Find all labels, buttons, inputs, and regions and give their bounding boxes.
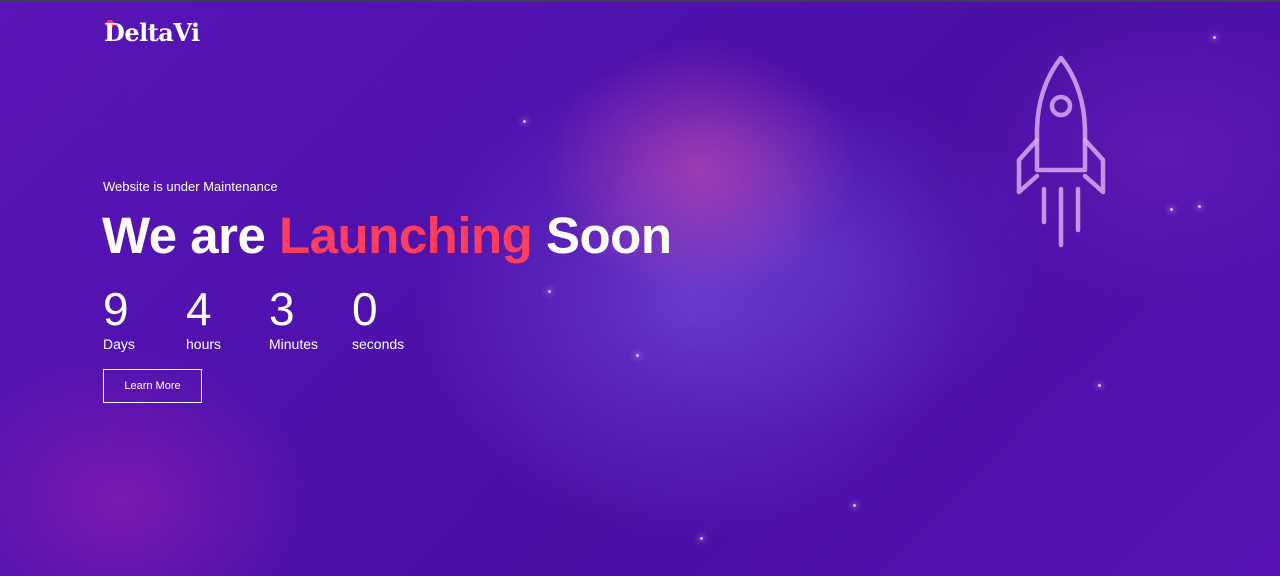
- star-decoration: [548, 290, 551, 293]
- brand-logo[interactable]: DeltaVi: [104, 18, 200, 47]
- headline-text-before: We are: [102, 207, 279, 264]
- countdown-hours: 4 hours: [186, 284, 266, 352]
- star-decoration: [1198, 205, 1201, 208]
- maintenance-subheading: Website is under Maintenance: [103, 179, 278, 194]
- page-headline: We are Launching Soon: [102, 206, 672, 266]
- rocket-icon: [1016, 55, 1106, 248]
- top-border: [0, 0, 1280, 2]
- countdown-hours-value: 4: [186, 283, 212, 335]
- countdown-timer: 9 Days 4 hours 3 Minutes 0 seconds: [103, 284, 483, 354]
- countdown-days: 9 Days: [103, 284, 183, 352]
- headline-text-after: Soon: [532, 207, 672, 264]
- countdown-days-value: 9: [103, 283, 129, 335]
- star-decoration: [523, 120, 526, 123]
- star-decoration: [1098, 384, 1101, 387]
- countdown-minutes-label: Minutes: [269, 336, 319, 352]
- headline-highlight: Launching: [279, 207, 533, 264]
- star-decoration: [700, 537, 703, 540]
- countdown-days-label: Days: [103, 336, 135, 352]
- star-decoration: [1170, 208, 1173, 211]
- learn-more-button[interactable]: Learn More: [103, 369, 202, 403]
- star-decoration: [853, 504, 856, 507]
- star-decoration: [636, 354, 639, 357]
- countdown-seconds-value: 0: [352, 283, 378, 335]
- countdown-hours-label: hours: [186, 336, 222, 352]
- countdown-minutes-value: 3: [269, 283, 295, 335]
- star-decoration: [1213, 36, 1216, 39]
- countdown-seconds-label: seconds: [352, 336, 405, 352]
- countdown-seconds: 0 seconds: [352, 284, 432, 352]
- countdown-minutes: 3 Minutes: [269, 284, 349, 352]
